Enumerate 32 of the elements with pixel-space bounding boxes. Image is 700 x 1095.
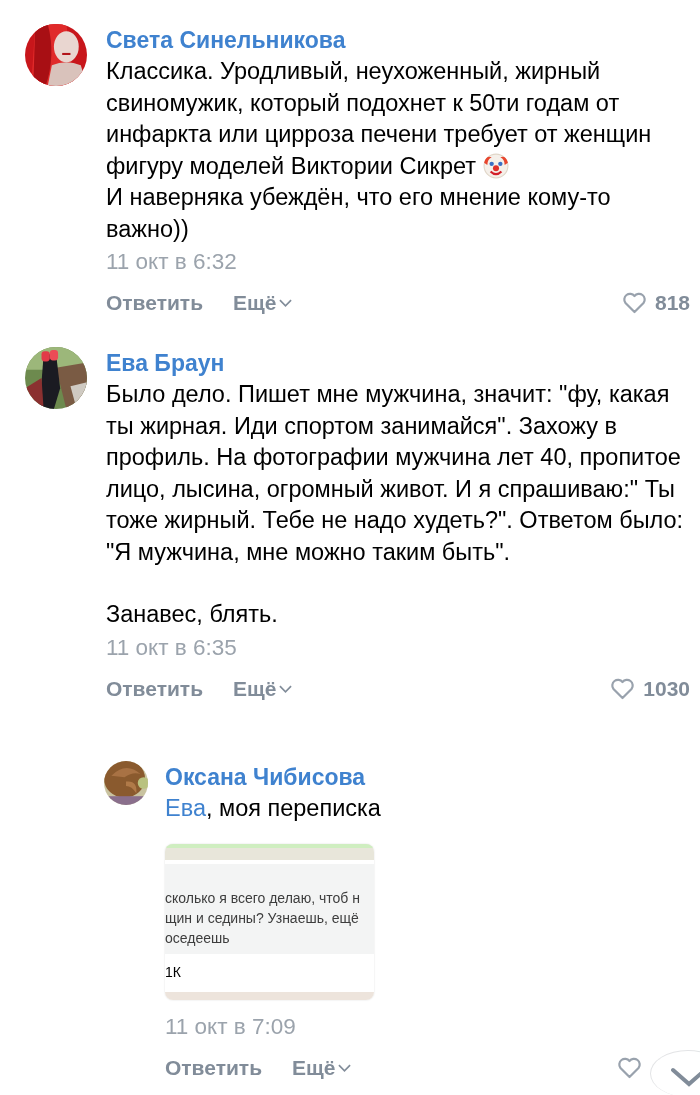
reply-link[interactable]: Ответить [106,676,204,701]
message-text: сколько я всего делаю, чтоб н [165,889,361,908]
heart-icon [621,292,647,314]
like-button[interactable]: 818 [621,291,690,315]
like-button[interactable]: 1030 [610,676,690,701]
caret-icon [279,299,293,307]
comment-date: 11 окт в 7:09 [165,1013,297,1041]
author-name[interactable]: Ева Браун [106,347,690,379]
author-name[interactable]: Оксана Чибисова [165,760,690,793]
comment-date: 11 окт в 6:32 [106,248,238,276]
mention-link[interactable]: Ева [165,794,206,821]
caret-icon [279,684,293,693]
reply-link[interactable]: Ответить [165,1056,263,1080]
message-text: щин и седины? Узнаешь, ещё [165,909,360,928]
author-name[interactable]: Света Синельникова [106,24,690,56]
heart-icon [617,1057,642,1079]
more-menu[interactable]: Ещё [233,291,293,315]
comment-date: 11 окт в 6:35 [106,633,238,662]
more-menu[interactable]: Ещё [233,676,293,701]
comment-text: Было дело. Пишет мне мужчина, значит: "фу, какая ты жирная. Иди спортом занимайся". Захожу в профиль. На фотографии мужчина лет 40, пропитое лицо, лысина, огромный живот. И я спрашиваю:" Ты тоже жирный. Тебе не надо худеть?". Ответом было: "Я мужчина, мне можно таким быть". [106,380,685,567]
comment-text: Ева, моя переписка [165,793,382,823]
chat-screenshot[interactable]: сколько я всего делаю, чтоб н щин и седины? Узнаешь, ещё оседеешь 1К [165,844,374,1000]
comment-text: Классика. Уродливый, неухоженный, жирный свиномужик, который подохнет к 50ти годам от инфаркта или цирроза печени требует от женщин фигуру моделей Виктории Сикрет [106,57,653,181]
message-text: оседеешь [165,929,231,948]
comment-text: И наверняка убеждён, что его мнение кому-то важно)) [106,183,612,244]
comment-text: Занавес, блять. [106,600,279,629]
more-menu[interactable]: Ещё [292,1056,352,1080]
reply-link[interactable]: Ответить [106,291,204,315]
caret-icon [338,1064,352,1072]
heart-icon [610,677,636,700]
like-button[interactable] [617,1057,642,1079]
message-footer: 1К [165,954,374,992]
